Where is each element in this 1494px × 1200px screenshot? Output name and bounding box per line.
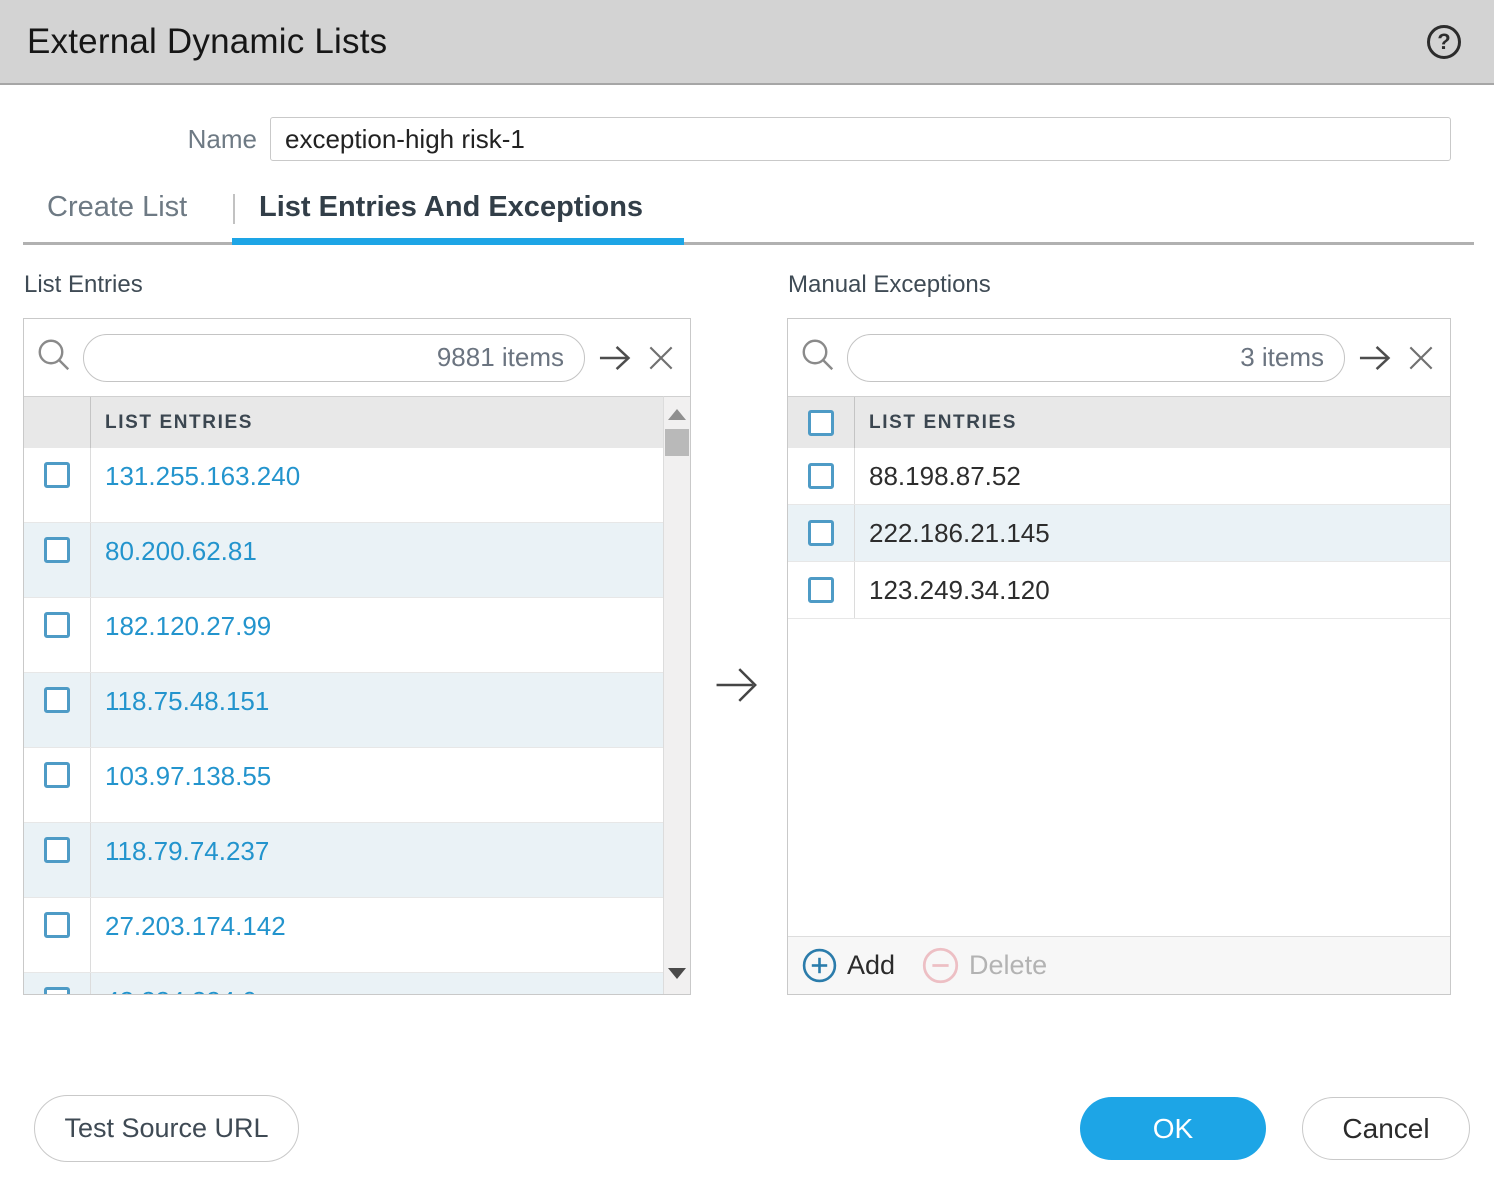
scrollbar-thumb[interactable]: [665, 429, 689, 456]
tab-create-list[interactable]: Create List: [47, 191, 187, 224]
help-button[interactable]: ?: [1427, 25, 1461, 59]
dialog-titlebar: External Dynamic Lists ?: [0, 0, 1494, 85]
add-button[interactable]: Add: [801, 947, 895, 984]
arrow-right-icon: [596, 339, 634, 377]
delete-button-label: Delete: [969, 950, 1047, 981]
row-checkbox[interactable]: [44, 912, 70, 938]
list-entry-link[interactable]: 118.75.48.151: [91, 673, 663, 747]
clear-filter-button[interactable]: [1405, 342, 1437, 374]
manual-exceptions-search-row: 3 items: [788, 319, 1450, 396]
list-entry-link[interactable]: 182.120.27.99: [91, 598, 663, 672]
tab-bar: Create List List Entries And Exceptions: [23, 186, 1474, 245]
apply-filter-button[interactable]: [1356, 339, 1394, 377]
tab-list-entries-and-exceptions[interactable]: List Entries And Exceptions: [259, 191, 643, 224]
question-mark-icon: ?: [1437, 29, 1450, 55]
table-row[interactable]: 118.79.74.237: [24, 823, 663, 898]
table-row[interactable]: 27.203.174.142: [24, 898, 663, 973]
column-header-list-entries: LIST ENTRIES: [91, 412, 253, 434]
row-checkbox[interactable]: [808, 463, 834, 489]
exception-entry: 123.249.34.120: [855, 575, 1450, 606]
search-box: 9881 items: [83, 334, 585, 382]
exceptions-toolbar: Add Delete: [788, 936, 1450, 994]
scroll-up-arrow-icon[interactable]: [668, 409, 686, 420]
list-entries-section-title: List Entries: [24, 271, 143, 299]
search-icon: [36, 337, 72, 378]
test-source-url-button[interactable]: Test Source URL: [34, 1095, 299, 1162]
minus-circle-icon: [921, 946, 960, 985]
manual-exceptions-search-input[interactable]: [866, 344, 1240, 372]
items-count-badge: 9881 items: [437, 342, 564, 373]
row-checkbox[interactable]: [44, 687, 70, 713]
scroll-down-arrow-icon[interactable]: [668, 968, 686, 979]
list-entries-panel: 9881 items LIST ENTRIES 131.255.: [23, 318, 691, 995]
header-checkbox-column: [24, 397, 90, 448]
move-to-exceptions-arrow-icon: [712, 662, 762, 708]
row-checkbox[interactable]: [44, 462, 70, 488]
list-entry-link[interactable]: 118.79.74.237: [91, 823, 663, 897]
row-checkbox[interactable]: [44, 987, 70, 994]
table-header: LIST ENTRIES: [24, 396, 663, 448]
exception-entry: 88.198.87.52: [855, 461, 1450, 492]
table-row[interactable]: 118.75.48.151: [24, 673, 663, 748]
manual-exceptions-section-title: Manual Exceptions: [788, 271, 991, 299]
plus-circle-icon: [801, 947, 838, 984]
select-all-checkbox[interactable]: [808, 410, 834, 436]
table-row[interactable]: 103.97.138.55: [24, 748, 663, 823]
x-icon: [645, 342, 677, 374]
tab-separator: [233, 194, 235, 224]
table-header: LIST ENTRIES: [788, 396, 1450, 448]
clear-filter-button[interactable]: [645, 342, 677, 374]
list-entry-link[interactable]: 27.203.174.142: [91, 898, 663, 972]
arrow-right-icon: [1356, 339, 1394, 377]
x-icon: [1405, 342, 1437, 374]
table-row[interactable]: 131.255.163.240: [24, 448, 663, 523]
page-title: External Dynamic Lists: [27, 22, 387, 62]
row-checkbox[interactable]: [808, 520, 834, 546]
search-box: 3 items: [847, 334, 1345, 382]
list-entries-search-input[interactable]: [102, 344, 437, 372]
list-entry-link[interactable]: 42.234.234.0: [91, 973, 663, 994]
exception-entry: 222.186.21.145: [855, 518, 1450, 549]
list-entry-link[interactable]: 131.255.163.240: [91, 448, 663, 522]
row-checkbox[interactable]: [44, 537, 70, 563]
delete-button[interactable]: Delete: [921, 946, 1047, 985]
manual-exceptions-panel: 3 items LIST ENTRIES: [787, 318, 1451, 995]
manual-exceptions-table: 88.198.87.52 222.186.21.145 123.249.34.1…: [788, 448, 1450, 619]
name-input[interactable]: [270, 117, 1451, 161]
row-checkbox[interactable]: [44, 612, 70, 638]
add-button-label: Add: [847, 950, 895, 981]
row-checkbox[interactable]: [808, 577, 834, 603]
list-entry-link[interactable]: 103.97.138.55: [91, 748, 663, 822]
apply-filter-button[interactable]: [596, 339, 634, 377]
table-row[interactable]: 80.200.62.81: [24, 523, 663, 598]
search-icon: [800, 337, 836, 378]
column-header-list-entries: LIST ENTRIES: [855, 412, 1017, 434]
table-row[interactable]: 42.234.234.0: [24, 973, 663, 994]
table-row[interactable]: 123.249.34.120: [788, 562, 1450, 619]
items-count-badge: 3 items: [1240, 342, 1324, 373]
ok-button[interactable]: OK: [1080, 1097, 1266, 1160]
active-tab-indicator: [232, 238, 684, 245]
table-row[interactable]: 182.120.27.99: [24, 598, 663, 673]
row-checkbox[interactable]: [44, 837, 70, 863]
table-row[interactable]: 222.186.21.145: [788, 505, 1450, 562]
name-field-row: Name: [23, 117, 1464, 161]
name-label: Name: [23, 124, 270, 155]
external-dynamic-lists-dialog: External Dynamic Lists ? Name Create Lis…: [0, 0, 1494, 1200]
row-checkbox[interactable]: [44, 762, 70, 788]
vertical-scrollbar[interactable]: [663, 396, 690, 994]
list-entry-link[interactable]: 80.200.62.81: [91, 523, 663, 597]
list-entries-table: 131.255.163.240 80.200.62.81 182.120.27.…: [24, 448, 663, 994]
cancel-button[interactable]: Cancel: [1302, 1097, 1470, 1160]
list-entries-search-row: 9881 items: [24, 319, 690, 396]
table-row[interactable]: 88.198.87.52: [788, 448, 1450, 505]
